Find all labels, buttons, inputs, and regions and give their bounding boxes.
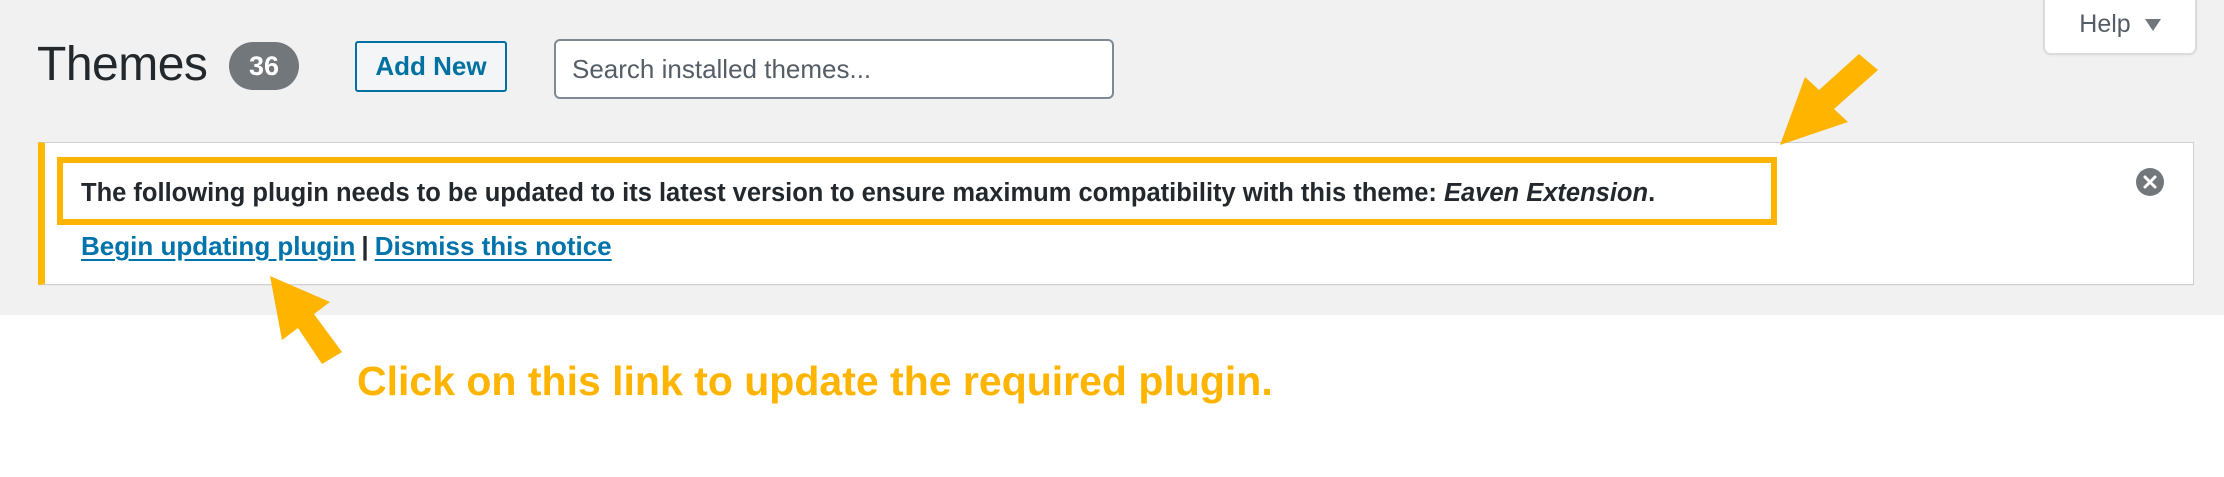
admin-content-area: Themes 36 Add New Help The following plu… <box>0 0 2224 315</box>
notice-message: The following plugin needs to be updated… <box>81 179 1655 208</box>
notice-plugin-name: Eaven Extension <box>1443 179 1649 207</box>
close-x-glyph <box>2143 175 2157 189</box>
notice-links: Begin updating plugin | Dismiss this notic… <box>81 231 612 262</box>
notice-message-suffix: . <box>1648 179 1656 207</box>
theme-count-badge: 36 <box>229 42 299 90</box>
caret-down-icon <box>2144 18 2161 31</box>
notice-message-prefix: The following plugin needs to be updated… <box>81 179 1444 207</box>
begin-updating-plugin-link[interactable]: Begin updating plugin <box>81 231 355 261</box>
help-tab-button[interactable]: Help <box>2043 0 2197 55</box>
add-new-button[interactable]: Add New <box>355 41 507 92</box>
dismiss-notice-link[interactable]: Dismiss this notice <box>375 231 612 261</box>
search-themes-input[interactable] <box>554 39 1114 99</box>
plugin-update-notice: The following plugin needs to be updated… <box>38 142 2194 285</box>
help-label: Help <box>2079 10 2131 38</box>
annotation-text: Click on this link to update the require… <box>357 358 1273 404</box>
link-separator: | <box>361 231 369 261</box>
close-circle-icon[interactable] <box>2136 168 2164 196</box>
page-title: Themes <box>37 38 208 91</box>
screenshot-stage: Themes 36 Add New Help The following plu… <box>0 0 2224 477</box>
